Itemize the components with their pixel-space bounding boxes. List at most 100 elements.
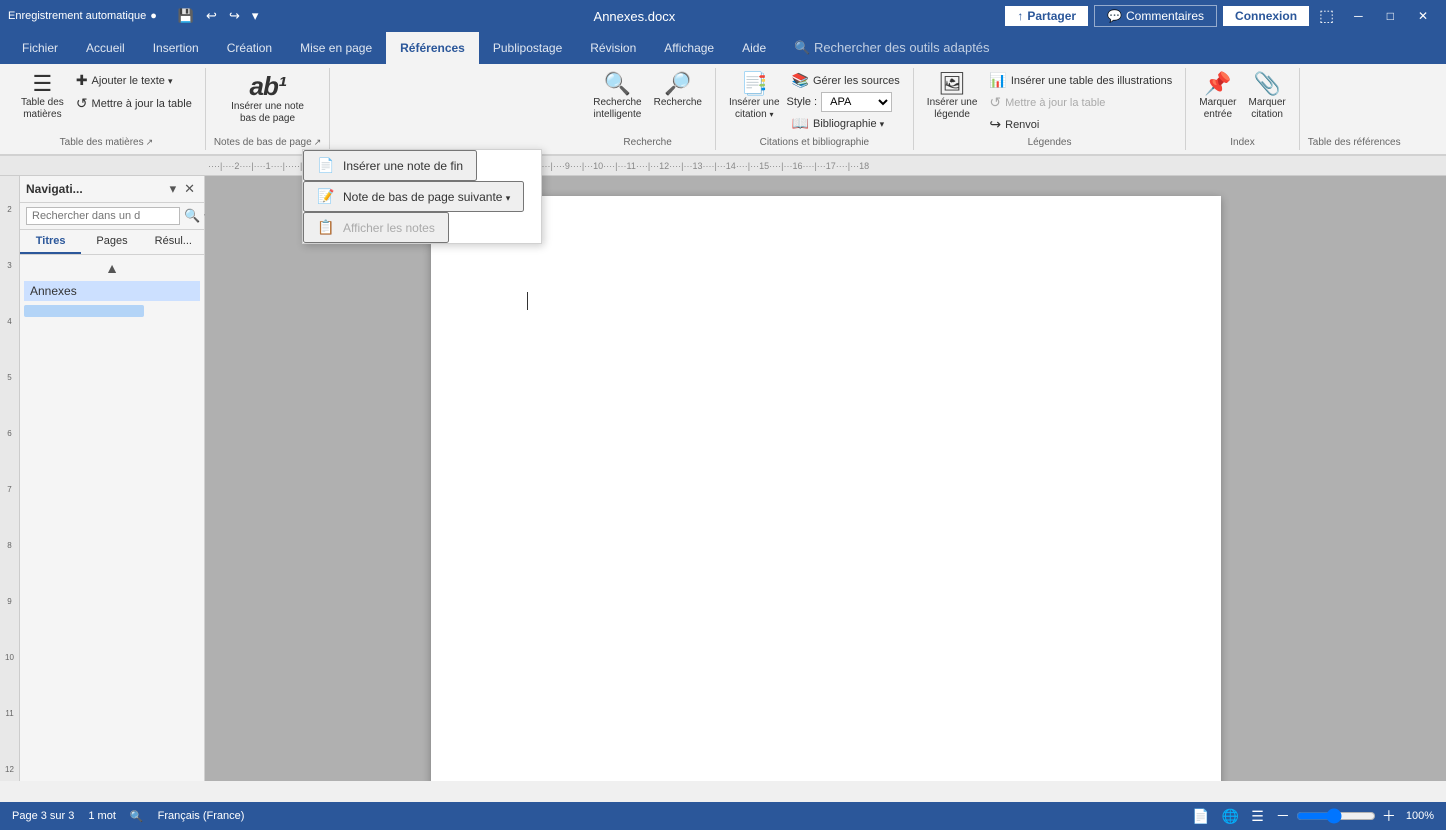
maj-table-button[interactable]: ↺ Mettre à jour la table bbox=[71, 93, 197, 114]
tab-search[interactable]: 🔍 Rechercher des outils adaptés bbox=[780, 32, 1003, 64]
maj-illus-icon: ↺ bbox=[989, 94, 1001, 111]
tab-publipostage[interactable]: Publipostage bbox=[479, 32, 576, 64]
view-web-button[interactable]: 🌐 bbox=[1220, 806, 1241, 827]
zoom-slider[interactable]: － ＋ bbox=[1274, 804, 1398, 828]
nav-search-button[interactable]: 🔍 bbox=[184, 208, 200, 224]
group-notes-items: ab¹ Insérer une notebas de page 📄 Insére… bbox=[226, 70, 309, 135]
note-suivante-label: Note de bas de page suivante ▾ bbox=[343, 190, 510, 204]
marquer-citation-button[interactable]: 📎 Marquercitation bbox=[1244, 70, 1291, 124]
notes-dropdown-menu: 📄 Insérer une note de fin 📝 Note de bas … bbox=[302, 149, 542, 244]
group-expand-button[interactable]: ↗ bbox=[146, 137, 154, 148]
zoom-out-button[interactable]: － bbox=[1274, 804, 1292, 828]
recherche-intelligente-button[interactable]: 🔍 Rechercheintelligente bbox=[588, 70, 646, 124]
nav-tree-expand-button[interactable]: ▲ bbox=[101, 259, 123, 277]
nav-tree-item-annexes[interactable]: Annexes bbox=[24, 281, 200, 301]
inserer-legende-button[interactable]: 🖼 Insérer unelégende bbox=[922, 70, 983, 124]
share-button[interactable]: ↑ Partager bbox=[1005, 6, 1088, 26]
nav-search-input[interactable] bbox=[26, 207, 180, 225]
ruler-mark-6b bbox=[1, 448, 19, 476]
language[interactable]: Français (France) bbox=[158, 810, 245, 822]
nav-header: Navigati... ▾ ✕ bbox=[20, 176, 204, 203]
zoom-level[interactable]: 100% bbox=[1406, 810, 1434, 822]
nav-tree-controls: ▲ bbox=[24, 259, 200, 277]
legende-label: Insérer unelégende bbox=[927, 97, 978, 121]
nav-close-button[interactable]: ✕ bbox=[181, 180, 198, 198]
text-cursor bbox=[527, 292, 528, 310]
marquer-citation-label: Marquercitation bbox=[1249, 97, 1286, 121]
undo-button[interactable]: ↩ bbox=[201, 5, 222, 27]
maj-table-illus-button: ↺ Mettre à jour la table bbox=[984, 92, 1177, 113]
ruler-mark-9: 9 bbox=[1, 588, 19, 616]
main-area: 2 3 4 5 6 7 8 9 10 11 12 13 14 bbox=[0, 176, 1446, 781]
quicksave-button[interactable]: 💾 bbox=[173, 5, 199, 27]
tab-mise-en-page[interactable]: Mise en page bbox=[286, 32, 386, 64]
tab-revision[interactable]: Révision bbox=[576, 32, 650, 64]
gerer-sources-label: Gérer les sources bbox=[813, 75, 900, 87]
inserer-citation-button[interactable]: 📑 Insérer unecitation ▾ bbox=[724, 70, 785, 124]
tab-fichier[interactable]: Fichier bbox=[8, 32, 72, 64]
minimize-button[interactable]: ─ bbox=[1344, 5, 1373, 27]
recherche-label: Recherche bbox=[654, 97, 702, 109]
close-button[interactable]: ✕ bbox=[1408, 5, 1438, 27]
group-label-table: Table des matières ↗ bbox=[60, 137, 153, 148]
notes-expand-button[interactable]: ↗ bbox=[314, 137, 322, 148]
marquer-entree-label: Marquerentrée bbox=[1199, 97, 1236, 121]
redo-button[interactable]: ↪ bbox=[224, 5, 245, 27]
autosave-toggle[interactable]: ● bbox=[150, 10, 157, 22]
nav-tab-titres[interactable]: Titres bbox=[20, 230, 81, 254]
tab-references[interactable]: Références bbox=[386, 32, 479, 64]
maj-table-icon: ↺ bbox=[76, 95, 88, 112]
tab-insertion[interactable]: Insertion bbox=[139, 32, 213, 64]
share-icon: ↑ bbox=[1017, 9, 1023, 23]
recherche-button[interactable]: 🔎 Recherche bbox=[649, 70, 707, 112]
tab-accueil[interactable]: Accueil bbox=[72, 32, 139, 64]
nav-dropdown-button[interactable]: ▾ bbox=[167, 180, 180, 198]
ruler-mark-7b bbox=[1, 504, 19, 532]
recherche-intelligente-icon: 🔍 bbox=[604, 73, 631, 95]
maj-table-label: Mettre à jour la table bbox=[92, 98, 192, 110]
view-outline-button[interactable]: ☰ bbox=[1249, 806, 1266, 827]
ruler-mark-2: 2 bbox=[1, 196, 19, 224]
ajouter-texte-button[interactable]: ✚ Ajouter le texte ▾ bbox=[71, 70, 197, 91]
group-table-ref: Table des références bbox=[1300, 68, 1409, 150]
dropdown-inserer-note-fin[interactable]: 📄 Insérer une note de fin bbox=[303, 150, 477, 181]
tab-creation[interactable]: Création bbox=[213, 32, 286, 64]
nav-tab-pages[interactable]: Pages bbox=[81, 230, 142, 254]
inserer-note-bas-button[interactable]: ab¹ Insérer une notebas de page bbox=[226, 70, 309, 128]
statusbar-left: Page 3 sur 3 1 mot 🔍 Français (France) bbox=[12, 810, 244, 823]
renvoi-button[interactable]: ↪ Renvoi bbox=[984, 114, 1177, 135]
group-label-notes: Notes de bas de page ↗ bbox=[214, 137, 321, 148]
dropdown-note-suivante[interactable]: 📝 Note de bas de page suivante ▾ bbox=[303, 181, 524, 212]
nav-tab-resultats[interactable]: Résul... bbox=[143, 230, 204, 254]
more-quick-button[interactable]: ▾ bbox=[247, 5, 264, 27]
connexion-button[interactable]: Connexion bbox=[1223, 6, 1309, 26]
zoom-in-button[interactable]: ＋ bbox=[1380, 804, 1398, 828]
view-print-button[interactable]: 📄 bbox=[1190, 806, 1211, 827]
bibliographie-button[interactable]: 📖 Bibliographie ▾ bbox=[787, 113, 905, 134]
document-page[interactable] bbox=[431, 196, 1221, 781]
gerer-sources-button[interactable]: 📚 Gérer les sources bbox=[787, 70, 905, 91]
tab-affichage[interactable]: Affichage bbox=[650, 32, 728, 64]
comments-button[interactable]: 💬 Commentaires bbox=[1094, 5, 1217, 27]
table-matieres-button[interactable]: ☰ Table desmatières bbox=[16, 70, 69, 124]
ruler-mark-8: 8 bbox=[1, 532, 19, 560]
horizontal-ruler: ····|····2····|····1····|·····|····1····… bbox=[0, 156, 1446, 176]
ribbon-layout-button[interactable]: ⬚ bbox=[1313, 4, 1340, 28]
table-ref-label-text: Table des références bbox=[1308, 137, 1401, 148]
inserer-table-illus-button[interactable]: 📊 Insérer une table des illustrations bbox=[984, 70, 1177, 91]
index-label-text: Index bbox=[1230, 137, 1254, 148]
zoom-range[interactable] bbox=[1296, 808, 1376, 824]
maximize-button[interactable]: □ bbox=[1377, 5, 1404, 27]
page-info[interactable]: Page 3 sur 3 bbox=[12, 810, 74, 822]
share-label: Partager bbox=[1027, 9, 1076, 23]
note-suivante-icon: 📝 bbox=[317, 188, 335, 205]
document-area[interactable] bbox=[205, 176, 1446, 781]
biblio-label: Bibliographie ▾ bbox=[813, 118, 884, 130]
ajouter-texte-icon: ✚ bbox=[76, 72, 88, 89]
tab-aide[interactable]: Aide bbox=[728, 32, 780, 64]
word-count[interactable]: 1 mot bbox=[88, 810, 116, 822]
ruler-mark-3: 3 bbox=[1, 252, 19, 280]
titlebar-right: ↑ Partager 💬 Commentaires Connexion ⬚ ─ … bbox=[1005, 4, 1438, 28]
marquer-entree-button[interactable]: 📌 Marquerentrée bbox=[1194, 70, 1241, 124]
style-select[interactable]: APA MLA Chicago bbox=[821, 92, 892, 112]
